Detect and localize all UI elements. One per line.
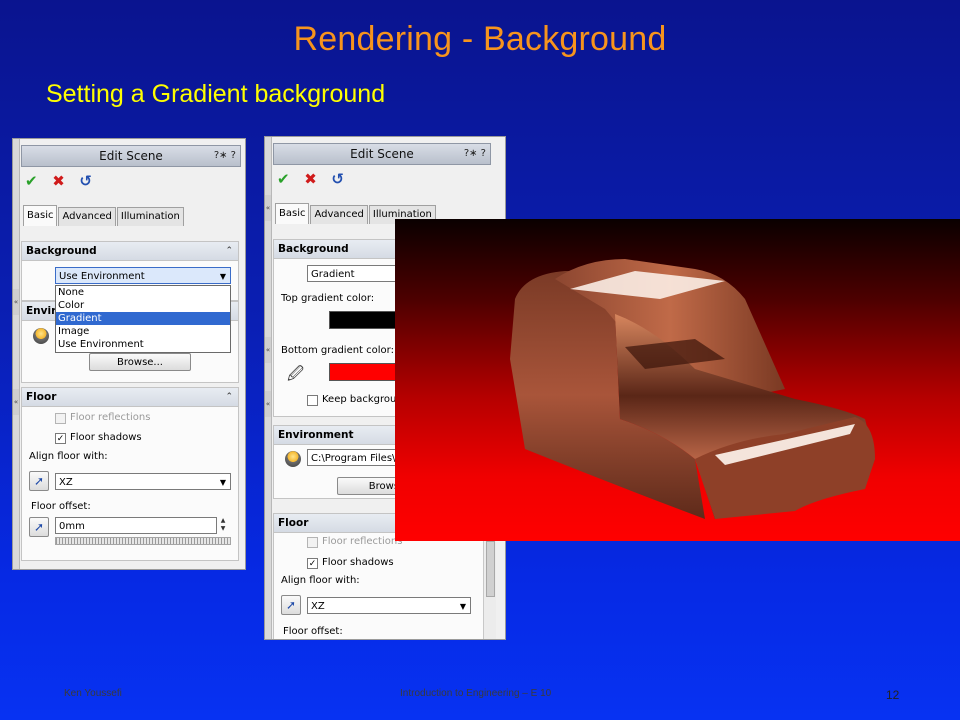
keep-background-checkbox[interactable] — [307, 395, 318, 406]
top-gradient-color-label: Top gradient color: — [281, 293, 375, 304]
panel-scrollbar[interactable] — [483, 537, 496, 639]
dropdown-option-image[interactable]: Image — [58, 325, 228, 338]
bottom-gradient-color-label: Bottom gradient color: — [281, 345, 394, 356]
footer-course: Introduction to Engineering – E 10 — [400, 688, 552, 699]
tab-advanced[interactable]: Advanced — [58, 207, 116, 226]
dropdown-option-use-environment[interactable]: Use Environment — [58, 338, 228, 351]
cancel-x-icon[interactable]: ✖ — [304, 171, 320, 187]
panel-titlebar: Edit Scene ?∗ ? — [273, 143, 491, 165]
floor-shadows-label: Floor shadows — [70, 432, 142, 443]
axis-select-icon[interactable]: ➚ — [281, 595, 301, 615]
tab-illumination[interactable]: Illumination — [116, 207, 184, 226]
collapse-handle[interactable]: « — [13, 389, 19, 415]
panel-title: Edit Scene — [350, 147, 414, 161]
environment-header: Environment — [278, 429, 354, 441]
floor-shadows-label: Floor shadows — [322, 557, 394, 568]
collapse-chevron-icon[interactable]: ⌃ — [225, 242, 233, 260]
rendered-model-view — [395, 219, 960, 541]
help-icon[interactable]: ?∗ ? — [214, 146, 236, 166]
keep-background-label: Keep backgroun — [322, 394, 403, 405]
cancel-x-icon[interactable]: ✖ — [52, 173, 68, 189]
floor-shadows-checkbox[interactable]: ✓ — [307, 558, 318, 569]
floor-reflections-label: Floor reflections — [70, 412, 151, 423]
copper-part-model — [510, 259, 875, 519]
undo-icon[interactable]: ↺ — [79, 173, 95, 189]
floor-reflections-checkbox[interactable] — [55, 413, 66, 424]
ok-check-icon[interactable]: ✔ — [25, 173, 41, 189]
background-dropdown-list: None Color Gradient Image Use Environmen… — [55, 285, 231, 353]
align-floor-select[interactable]: XZ ▼ — [55, 473, 231, 490]
floor-offset-slider[interactable] — [55, 537, 231, 545]
panel-titlebar: Edit Scene ?∗ ? — [21, 145, 241, 167]
align-floor-label: Align floor with: — [29, 451, 108, 462]
axis-select-icon[interactable]: ➚ — [29, 471, 49, 491]
floor-offset-label: Floor offset: — [31, 501, 91, 512]
background-header: Background — [26, 245, 97, 257]
slide-subtitle: Setting a Gradient background — [46, 80, 386, 108]
environment-icon — [33, 328, 49, 344]
panel-title: Edit Scene — [99, 149, 163, 163]
tab-basic[interactable]: Basic — [23, 205, 58, 226]
chevron-down-icon: ▼ — [459, 602, 466, 611]
tab-bar: Basic Advanced Illumination — [23, 205, 185, 226]
offset-direction-icon[interactable]: ➚ — [29, 517, 49, 537]
chevron-down-icon: ▼ — [219, 478, 226, 487]
floor-offset-label: Floor offset: — [283, 626, 343, 637]
browse-button[interactable]: Browse... — [89, 353, 191, 371]
footer-author: Ken Youssefi — [64, 688, 122, 699]
panel-toolbar: ✔ ✖ ↺ — [25, 173, 103, 189]
eyedropper-icon[interactable]: 🖉 — [287, 363, 304, 390]
floor-header: Floor — [26, 391, 57, 403]
background-type-select[interactable]: Use Environment ▼ — [55, 267, 231, 284]
align-floor-select[interactable]: XZ ▼ — [307, 597, 471, 614]
collapse-handle[interactable]: « — [265, 195, 271, 221]
chevron-down-icon: ▼ — [219, 272, 226, 281]
undo-icon[interactable]: ↺ — [331, 171, 347, 187]
floor-shadows-checkbox[interactable]: ✓ — [55, 433, 66, 444]
tab-basic[interactable]: Basic — [275, 203, 310, 224]
left-edit-scene-panel: « « Edit Scene ?∗ ? ✔ ✖ ↺ Basic Advanced I… — [12, 138, 246, 570]
dropdown-option-gradient[interactable]: Gradient — [56, 312, 230, 325]
offset-spinner[interactable]: ▲ ▼ — [217, 517, 229, 534]
ok-check-icon[interactable]: ✔ — [277, 171, 293, 187]
collapse-handle[interactable]: « — [265, 337, 271, 363]
tab-advanced[interactable]: Advanced — [310, 205, 368, 224]
collapse-handle[interactable]: « — [265, 391, 271, 417]
floor-reflections-checkbox[interactable] — [307, 537, 318, 548]
environment-icon — [285, 451, 301, 467]
environment-header: Envir — [26, 305, 57, 317]
floor-header: Floor — [278, 517, 309, 529]
align-floor-label: Align floor with: — [281, 575, 360, 586]
panel-toolbar: ✔ ✖ ↺ — [277, 171, 355, 187]
collapse-handle[interactable]: « — [13, 289, 19, 315]
collapse-chevron-icon[interactable]: ⌃ — [225, 388, 233, 406]
dropdown-option-none[interactable]: None — [58, 286, 228, 299]
help-icon[interactable]: ?∗ ? — [464, 144, 486, 164]
page-number: 12 — [886, 688, 900, 702]
floor-offset-input[interactable]: 0mm — [55, 517, 217, 534]
dropdown-option-color[interactable]: Color — [58, 299, 228, 312]
slide-title: Rendering - Background — [293, 20, 667, 58]
background-header: Background — [278, 243, 349, 255]
floor-reflections-label: Floor reflections — [322, 536, 403, 547]
